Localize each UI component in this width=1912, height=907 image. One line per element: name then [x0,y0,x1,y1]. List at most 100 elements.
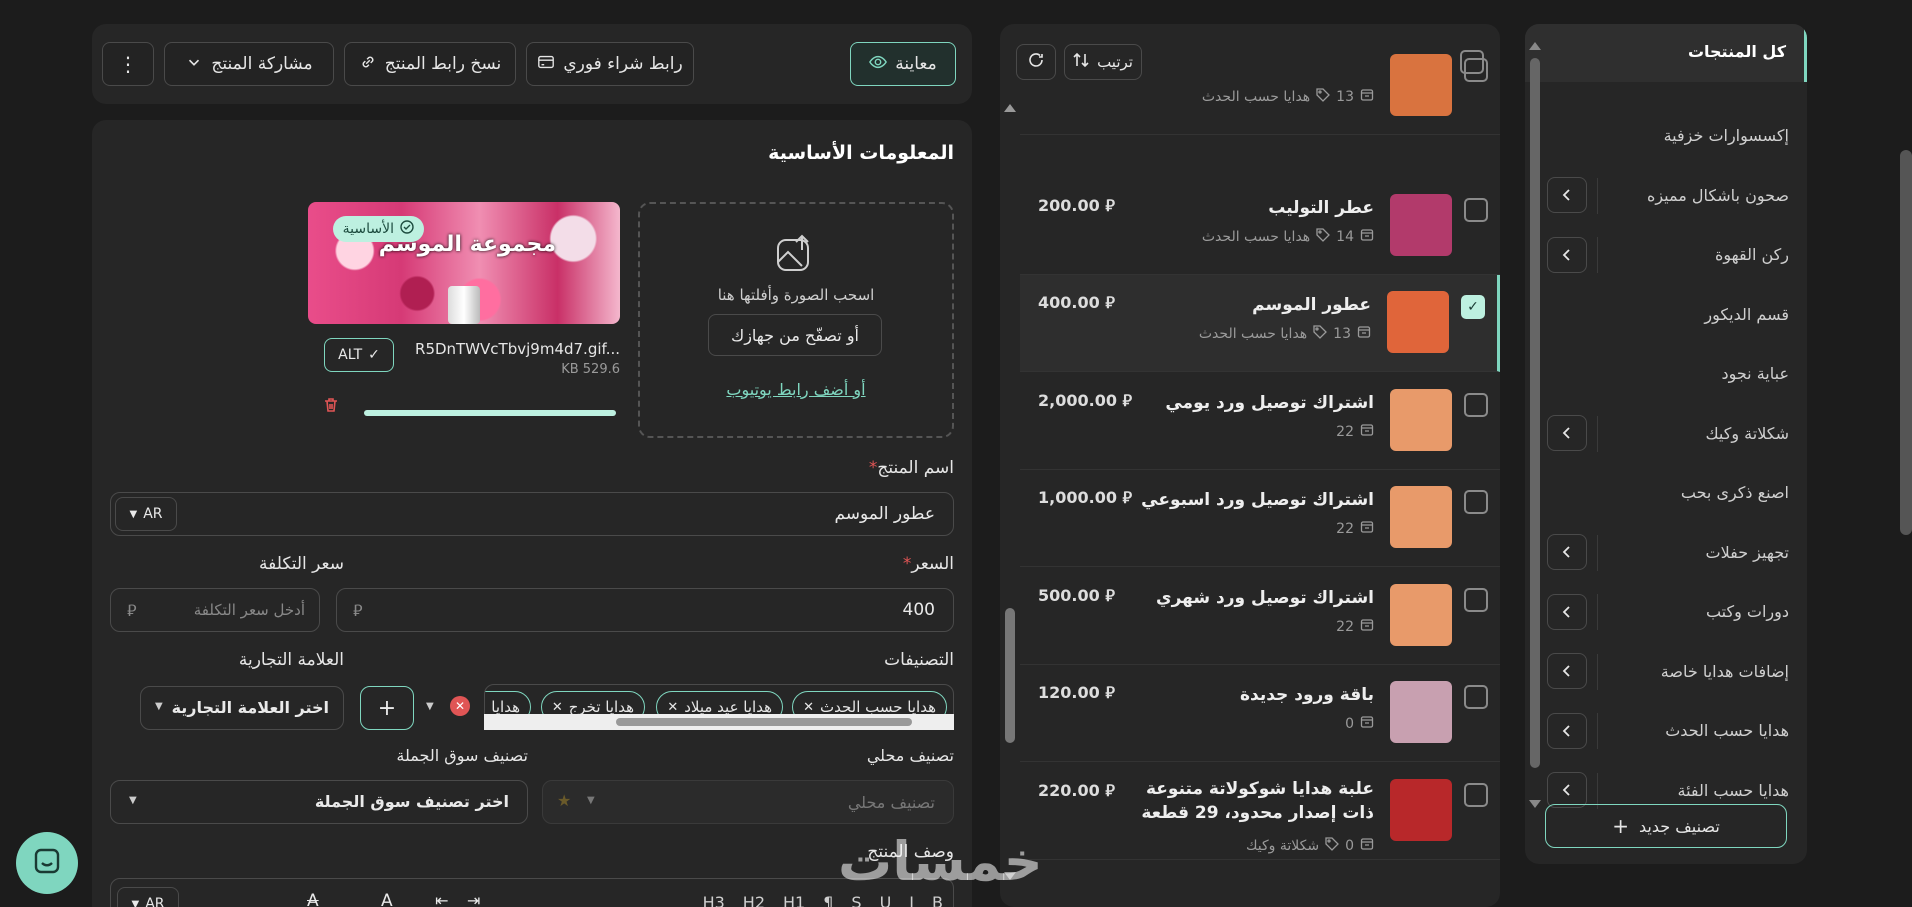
youtube-link-button[interactable]: أو أضف رابط يوتيوب [640,380,952,399]
product-checkbox[interactable] [1464,587,1488,612]
product-stock-count: 22 [1336,423,1354,440]
product-row[interactable]: ✓ عطور الموسم 400.00 ⃁ 13 هدايا حسب الحدث [1020,275,1500,372]
category-item[interactable]: إضافات هدايا خاصة [1527,642,1807,701]
paragraph-icon[interactable]: ¶ [823,893,833,907]
instant-buy-link-button[interactable]: رابط شراء فوري [526,42,694,86]
indent-icon[interactable]: ⇤ [435,891,448,907]
product-meta: 13 هدايا حسب الحدث [1199,325,1371,343]
category-item[interactable]: شكلاتة وكيك [1527,404,1807,463]
category-all-label: كل المنتجات [1687,42,1786,61]
category-scrollbar[interactable] [1529,38,1541,808]
heading3-icon[interactable]: H3 [703,893,725,907]
chevron-left-icon[interactable] [1547,236,1587,273]
support-chat-button[interactable] [16,832,78,894]
wholesale-class-select[interactable]: اختر تصنيف سوق الجملة ▼ [110,780,528,824]
product-name-value: عطور الموسم [834,504,935,524]
product-stock-count: 0 [1345,837,1354,854]
wholesale-class-label: تصنيف سوق الجملة [396,746,528,765]
chevron-left-icon[interactable] [1547,593,1587,630]
product-row[interactable]: 13 هدايا حسب الحدث [1020,38,1500,135]
price-input[interactable]: 400 ⃁ [336,588,954,632]
category-item[interactable]: صحون باشكال مميزه [1527,166,1807,225]
product-row[interactable]: اشتراك توصيل ورد شهري 500.00 ⃁ 22 [1020,568,1500,665]
alt-text-button[interactable]: ALT ✓ [324,338,394,372]
price-value: 400 [902,600,935,620]
product-price-value: 400.00 [1038,293,1100,312]
copy-link-button[interactable]: نسخ رابط المنتج [344,42,516,86]
category-item[interactable]: اصنع ذكرى بحب [1527,463,1807,522]
category-all-products[interactable]: كل المنتجات [1525,24,1807,82]
chevron-left-icon[interactable] [1547,415,1587,451]
highlight-icon[interactable]: A [307,891,319,907]
product-row[interactable]: علبة هدايا شوكولاتة متنوعة ذات إصدار محد… [1020,763,1500,860]
category-item[interactable]: دورات وكتب [1527,582,1807,641]
italic-icon[interactable]: I [909,893,914,907]
product-list-panel: ترتيب 13 هدايا حسب الحدث عطر التوليب 200.00… [1000,24,1500,907]
text-color-icon[interactable]: A [381,891,393,907]
language-select[interactable]: AR ▼ [115,497,177,531]
outdent-icon[interactable]: ⇥ [467,891,480,907]
strikethrough-icon[interactable]: S [851,893,861,907]
chevron-left-icon[interactable] [1547,534,1587,570]
brand-select[interactable]: اختر العلامة التجارية ▼ [140,686,344,730]
close-icon[interactable]: ✕ [485,700,486,715]
tag-icon [1313,325,1328,343]
image-dropzone[interactable]: اسحب الصورة وأفلتها هنا أو تصفّح من جهاز… [638,202,954,438]
preview-button[interactable]: معاينة [850,42,956,86]
divider [1597,415,1598,452]
trash-icon[interactable] [322,396,340,418]
close-icon[interactable]: ✕ [667,700,678,715]
product-checkbox[interactable] [1464,685,1488,709]
uploaded-image-preview[interactable]: مجموعة الموسم الأساسية [308,202,620,324]
category-item[interactable]: هدايا حسب الحدث [1527,701,1807,760]
category-item[interactable]: تجهيز حفلات [1527,523,1807,582]
chevron-down-icon: ▼ [426,700,434,712]
heading1-icon[interactable]: H1 [783,893,805,907]
chevron-left-icon[interactable] [1547,772,1587,808]
product-row[interactable]: اشتراك توصيل ورد اسبوعي 1,000.00 ⃁ 22 [1020,470,1500,567]
product-meta: 22 [1330,618,1374,636]
categories-horizontal-scrollbar[interactable] [484,714,954,730]
basic-info-panel: المعلومات الأساسية اسحب الصورة وأفلتها ه… [92,120,972,907]
new-category-button[interactable]: تصنيف جديد + [1545,804,1787,848]
category-item[interactable]: إكسسوارات خزفية [1527,106,1807,165]
product-name-input[interactable]: عطور الموسم AR ▼ [110,492,954,536]
bold-icon[interactable]: B [932,893,943,907]
cost-price-input[interactable]: أدخل سعر التكلفة ⃁ [110,588,320,632]
product-checkbox[interactable] [1464,197,1488,222]
box-icon [1360,228,1374,246]
product-row[interactable]: عطر التوليب 200.00 ⃁ 14 هدايا حسب الحدث [1020,178,1500,275]
close-icon[interactable]: ✕ [803,700,814,715]
page-scrollbar[interactable] [1900,150,1912,535]
product-checkbox[interactable]: ✓ [1461,295,1485,319]
clear-categories-button[interactable]: ▼ ✕ [420,688,476,724]
tag-icon [1325,836,1339,855]
chevron-left-icon[interactable] [1547,712,1587,749]
product-name: اشتراك توصيل ورد يومي [1165,392,1374,413]
description-editor-toolbar: H3 H2 H1 ¶ S U I B AR ▼ A A ⇤ ⇥ [110,878,954,907]
more-options-button[interactable]: ⋮ [102,42,154,86]
product-checkbox[interactable] [1464,782,1488,807]
product-row[interactable]: اشتراك توصيل ورد يومي 2,000.00 ⃁ 22 [1020,373,1500,470]
heading2-icon[interactable]: H2 [743,893,765,907]
editor-language-select[interactable]: AR ▼ [117,887,179,907]
local-class-select[interactable]: تصنيف محلي ▼ ★ [542,780,954,824]
category-item[interactable]: ركن القهوة [1527,225,1807,284]
category-item[interactable]: قسم الديكور [1527,285,1807,344]
share-product-dropdown[interactable]: مشاركة المنتج [164,42,334,86]
product-checkbox[interactable] [1464,392,1488,417]
product-row[interactable]: باقة ورود جديدة 120.00 ⃁ 0 [1020,665,1500,762]
chevron-left-icon[interactable] [1547,177,1587,213]
chevron-left-icon[interactable] [1547,653,1587,689]
product-name: علبة هدايا شوكولاتة متنوعة ذات إصدار محد… [1141,778,1374,823]
product-list-scrollbar[interactable] [1004,100,1016,880]
category-item[interactable]: عباية نجود [1527,344,1807,403]
underline-icon[interactable]: U [880,893,892,907]
product-checkbox[interactable] [1464,58,1488,82]
close-icon[interactable]: ✕ [552,700,563,715]
perfume-bottle [448,286,480,324]
link-icon [359,53,377,76]
browse-device-button[interactable]: أو تصفّح من جهازك [708,314,882,356]
product-checkbox[interactable] [1464,490,1488,514]
add-category-button[interactable]: + [360,686,414,730]
